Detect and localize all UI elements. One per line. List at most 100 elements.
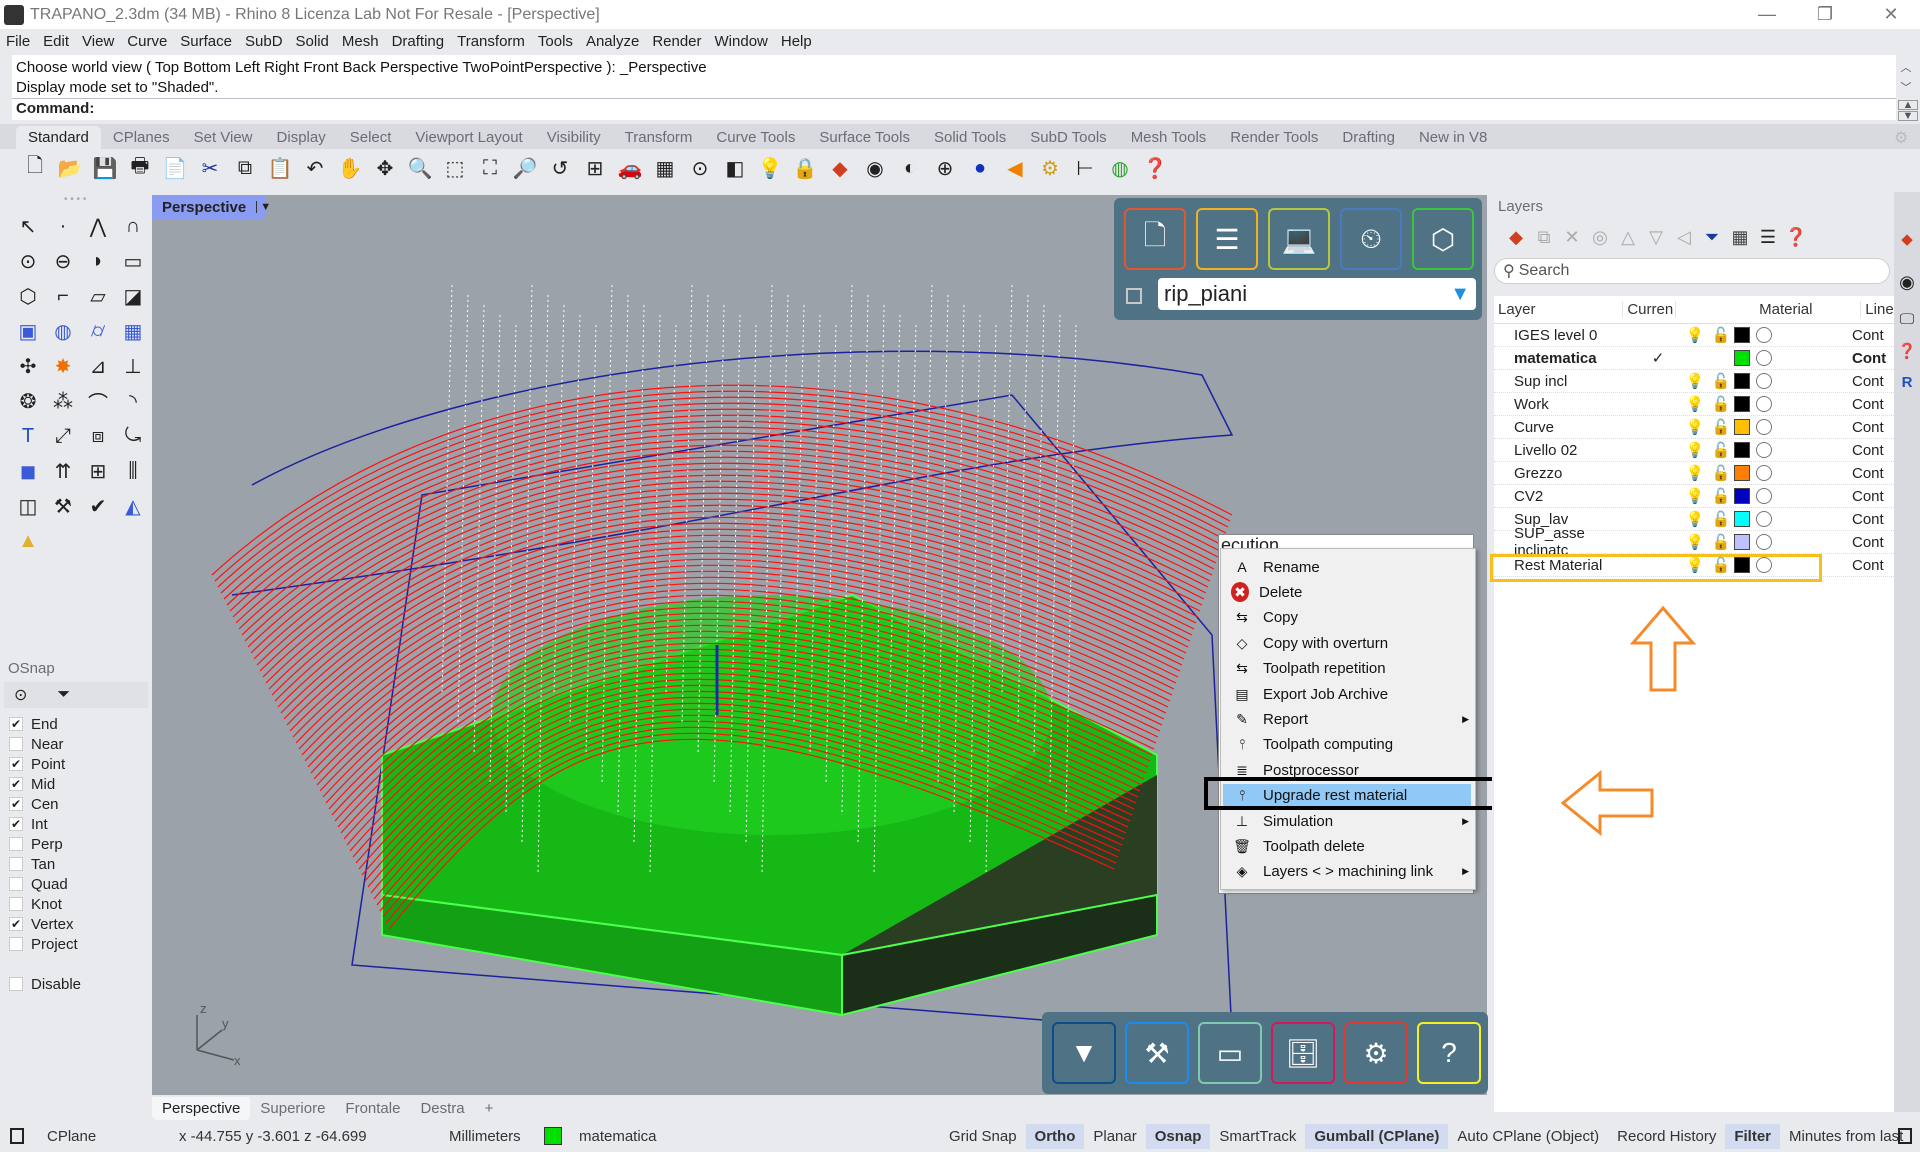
viewport-title-tab[interactable]: Perspective ▼ — [152, 195, 271, 219]
menu-analyze[interactable]: Analyze — [586, 33, 639, 50]
visibility-bulb-icon[interactable]: 💡 — [1682, 510, 1708, 528]
tab-display[interactable]: Display — [265, 126, 338, 149]
osnap-end[interactable]: ✔ End — [4, 714, 148, 734]
menu-subd[interactable]: SubD — [245, 33, 283, 50]
menu-item-delete[interactable]: ✖ Delete — [1223, 580, 1471, 604]
text-tool-icon[interactable]: T — [12, 420, 44, 452]
status-toggle-osnap[interactable]: Osnap — [1145, 1123, 1211, 1149]
extrude-surface-tool-icon[interactable]: ◪ — [117, 280, 149, 312]
cam-new-job-button[interactable]: 🗋 — [1124, 208, 1186, 270]
paste-icon[interactable]: 📋 — [265, 153, 295, 183]
linetype[interactable]: Cont — [1852, 350, 1886, 367]
layer-row[interactable]: IGES level 0 💡 🔓 Cont — [1494, 324, 1900, 347]
layer-name[interactable]: Work — [1494, 396, 1634, 413]
cam-archive-button[interactable]: 🗄 — [1271, 1022, 1335, 1084]
cam-checkbox[interactable] — [1126, 288, 1142, 304]
pyramid-tool-icon[interactable]: ▲ — [12, 525, 44, 557]
layer-color-swatch[interactable] — [1734, 488, 1750, 504]
tab-standard[interactable]: Standard — [16, 126, 101, 149]
cam-machining-stack-button[interactable]: ☰ — [1196, 208, 1258, 270]
menu-item-copy[interactable]: ⇆ Copy — [1223, 606, 1471, 630]
lock-icon[interactable]: 🔒 — [790, 153, 820, 183]
layer-color-swatch[interactable] — [1734, 327, 1750, 343]
mesh-tool-icon[interactable]: ◭ — [117, 490, 149, 522]
wire-sphere-icon[interactable]: ⊕ — [930, 153, 960, 183]
four-viewports-icon[interactable]: ⊞ — [580, 153, 610, 183]
status-toggle-minutes-from-last[interactable]: Minutes from last — [1780, 1124, 1912, 1149]
lock-icon[interactable]: 🔓 — [1708, 395, 1734, 413]
menu-drafting[interactable]: Drafting — [392, 33, 445, 50]
layer-row[interactable]: Work 💡 🔓 Cont — [1494, 393, 1900, 416]
material-icon[interactable] — [1756, 419, 1772, 435]
check-tool-icon[interactable]: ✔ — [82, 490, 114, 522]
menu-item-toolpath-delete[interactable]: 🗑 Toolpath delete — [1223, 834, 1471, 858]
viewport-menu-chevron-icon[interactable]: ▼ — [256, 201, 271, 213]
menu-item-simulation[interactable]: ⊥ Simulation ▶ — [1223, 809, 1471, 833]
cam-post-computer-button[interactable]: 💻 — [1268, 208, 1330, 270]
array-tool-icon[interactable]: ⧈ — [82, 420, 114, 452]
linetype[interactable]: Cont — [1852, 557, 1884, 574]
fillet-tool-icon[interactable]: ⌐ — [47, 280, 79, 312]
osnap-int[interactable]: ✔ Int — [4, 814, 148, 834]
linetype[interactable]: Cont — [1852, 488, 1884, 505]
tab-subd-tools[interactable]: SubD Tools — [1018, 126, 1118, 149]
lock-icon[interactable]: 🔓 — [1708, 372, 1734, 390]
menu-transform[interactable]: Transform — [457, 33, 525, 50]
layer-color-swatch[interactable] — [1734, 534, 1750, 550]
cylinder-tool-icon[interactable]: ⌭ — [82, 315, 114, 347]
osnap-mid[interactable]: ✔ Mid — [4, 774, 148, 794]
status-toggle-auto-cplane-object-[interactable]: Auto CPlane (Object) — [1448, 1124, 1608, 1149]
cam-timer-button[interactable]: ⏲ — [1340, 208, 1402, 270]
layers-icon[interactable]: ◆ — [825, 153, 855, 183]
tab-visibility[interactable]: Visibility — [535, 126, 613, 149]
status-toggle-ortho[interactable]: Ortho — [1025, 1123, 1085, 1149]
menu-curve[interactable]: Curve — [127, 33, 167, 50]
status-toggle-filter[interactable]: Filter — [1725, 1123, 1781, 1149]
menu-render[interactable]: Render — [652, 33, 701, 50]
osnap-tan[interactable]: Tan — [4, 854, 148, 874]
cam-help-button[interactable]: ? — [1417, 1022, 1481, 1084]
arc-tool-icon[interactable]: ◗ — [82, 245, 114, 277]
layer-row[interactable]: CV2 💡 🔓 Cont — [1494, 485, 1900, 508]
delete-layer-icon[interactable]: ✕ — [1558, 227, 1586, 248]
selector-dropdown-icon[interactable]: ▼ — [1450, 283, 1470, 306]
status-toggle-planar[interactable]: Planar — [1084, 1124, 1145, 1149]
column-header[interactable]: Material — [1755, 301, 1862, 318]
linetype[interactable]: Cont — [1852, 534, 1884, 551]
layer-row[interactable]: Grezzo 💡 🔓 Cont — [1494, 462, 1900, 485]
box-tool-icon[interactable]: ▣ — [12, 315, 44, 347]
undo-view-icon[interactable]: ↺ — [545, 153, 575, 183]
checkbox[interactable]: ✔ — [9, 717, 23, 731]
visibility-bulb-icon[interactable]: 💡 — [1682, 418, 1708, 436]
cam-cubes-button[interactable]: ⬡ — [1412, 208, 1474, 270]
osnap-disable[interactable]: Disable — [4, 974, 148, 994]
layer-row[interactable]: Curve 💡 🔓 Cont — [1494, 416, 1900, 439]
tab-set-view[interactable]: Set View — [182, 126, 265, 149]
cut-icon[interactable]: ✂ — [195, 153, 225, 183]
linetype[interactable]: Cont — [1852, 373, 1884, 390]
clipping-tool-icon[interactable]: ⫼ — [117, 455, 149, 487]
menu-icon[interactable]: ☰ — [1754, 227, 1782, 248]
zoom-window-icon[interactable]: ⬚ — [440, 153, 470, 183]
tab-drafting[interactable]: Drafting — [1330, 126, 1407, 149]
tab-render-tools[interactable]: Render Tools — [1218, 126, 1330, 149]
boolean-tool-icon[interactable]: ✣ — [12, 350, 44, 382]
move-up-icon[interactable]: △ — [1614, 227, 1642, 248]
osnap-tab-icon[interactable]: ⊙ — [14, 685, 27, 705]
zoom-extents-icon[interactable]: ⛶ — [475, 153, 505, 183]
lock-icon[interactable]: 🔓 — [1708, 533, 1734, 551]
solid-tools-tool-icon[interactable]: ◼ — [12, 455, 44, 487]
patch-tool-icon[interactable]: ▦ — [117, 315, 149, 347]
column-header[interactable]: Layer — [1494, 301, 1624, 318]
ungroup-tool-icon[interactable]: ⁂ — [47, 385, 79, 417]
status-toggle-record-history[interactable]: Record History — [1608, 1124, 1725, 1149]
status-toggle-smarttrack[interactable]: SmartTrack — [1210, 1124, 1305, 1149]
add-viewport-tab-icon[interactable]: + — [475, 1097, 504, 1120]
lock-icon[interactable]: 🔓 — [1708, 326, 1734, 344]
layer-row[interactable]: SUP_asse inclinatc 💡 🔓 Cont — [1494, 525, 1900, 559]
open-folder-icon[interactable]: 📂 — [55, 153, 85, 183]
new-sublayer-icon[interactable]: ⧉ — [1530, 227, 1558, 248]
tab-select[interactable]: Select — [338, 126, 404, 149]
light-bulb-icon[interactable]: 💡 — [755, 153, 785, 183]
ellipse-tool-icon[interactable]: ⊖ — [47, 245, 79, 277]
